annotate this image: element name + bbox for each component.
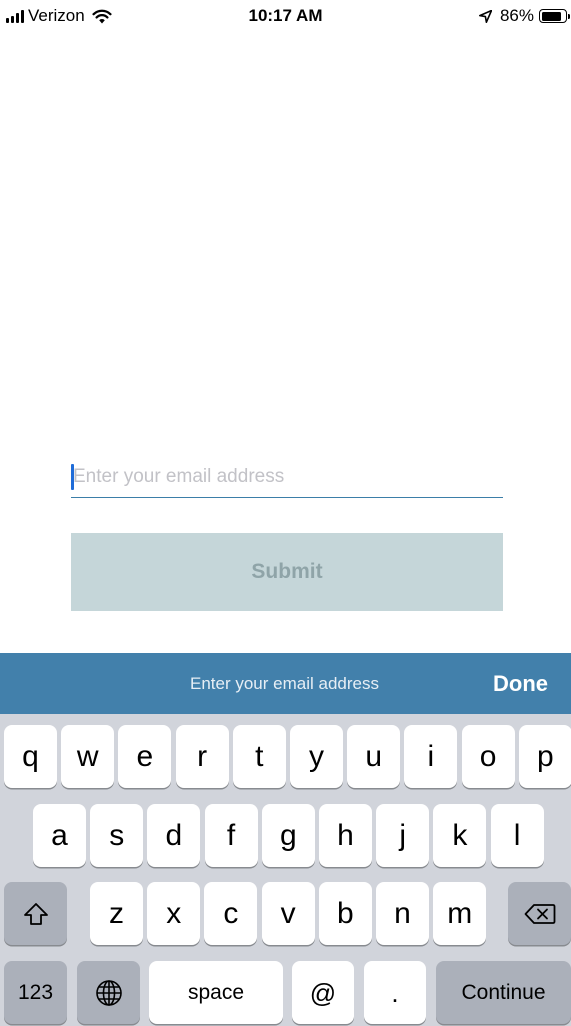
at-key-label: @ [309, 977, 337, 1008]
key-j[interactable]: j [376, 804, 430, 867]
key-m[interactable]: m [433, 882, 487, 945]
key-label: r [197, 739, 208, 773]
key-label: l [513, 818, 521, 852]
key-label: s [109, 818, 125, 852]
key-a[interactable]: a [33, 804, 86, 867]
key-w[interactable]: w [61, 725, 115, 788]
status-bar: Verizon 10:17 AM 86% [0, 0, 571, 34]
key-label: u [365, 739, 383, 773]
email-placeholder: Enter your email address [73, 466, 285, 487]
email-field[interactable]: Enter your email address [71, 460, 503, 498]
key-label: g [279, 818, 297, 852]
continue-key[interactable]: Continue [436, 961, 571, 1024]
keyboard-toolbar-title: Enter your email address [190, 674, 379, 693]
key-o[interactable]: o [461, 725, 515, 788]
key-p[interactable]: p [518, 725, 571, 788]
key-label: w [76, 739, 99, 773]
location-arrow-icon [478, 9, 492, 23]
key-label: t [255, 739, 264, 773]
key-n[interactable]: n [376, 882, 429, 945]
key-label: h [337, 818, 354, 852]
key-x[interactable]: x [147, 882, 201, 945]
key-c[interactable]: c [204, 882, 258, 945]
key-q[interactable]: q [4, 725, 57, 788]
key-label: q [22, 739, 39, 773]
key-label: n [394, 896, 411, 930]
keyboard-toolbar: Enter your email address Done [0, 653, 571, 714]
numbers-key-label: 123 [17, 980, 54, 1004]
keyboard: 123 space @ . Continue q w e r t y u i o p a s d f g h j… [0, 714, 571, 1026]
battery-icon [539, 9, 570, 23]
dot-key[interactable]: . [364, 961, 426, 1024]
done-button[interactable]: Done [493, 671, 548, 697]
dot-key-label: . [391, 977, 399, 1008]
backspace-key[interactable] [508, 882, 571, 945]
submit-button[interactable]: Submit [71, 533, 503, 611]
key-label: a [51, 818, 68, 852]
key-v[interactable]: v [261, 882, 315, 945]
key-h[interactable]: h [319, 804, 372, 867]
continue-key-label: Continue [461, 980, 546, 1004]
key-b[interactable]: b [318, 882, 372, 945]
key-l[interactable]: l [490, 804, 544, 867]
key-label: v [280, 896, 296, 930]
key-k[interactable]: k [433, 804, 487, 867]
key-d[interactable]: d [147, 804, 201, 867]
key-label: m [447, 896, 473, 930]
key-u[interactable]: u [347, 725, 401, 788]
space-key[interactable]: space [149, 961, 283, 1024]
key-label: b [336, 896, 354, 930]
at-key[interactable]: @ [292, 961, 354, 1024]
key-i[interactable]: i [404, 725, 458, 788]
key-label: j [399, 818, 407, 852]
submit-label: Submit [251, 560, 323, 583]
key-label: c [223, 896, 239, 930]
shift-key[interactable] [4, 882, 67, 945]
key-y[interactable]: y [290, 725, 343, 788]
space-key-label: space [187, 980, 245, 1004]
status-right: 86% [478, 6, 570, 26]
key-label: e [136, 739, 154, 773]
key-g[interactable]: g [261, 804, 315, 867]
key-label: y [309, 739, 324, 773]
key-z[interactable]: z [90, 882, 143, 945]
key-label: i [427, 739, 435, 773]
key-t[interactable]: t [232, 725, 286, 788]
globe-key[interactable] [77, 961, 140, 1024]
key-label: p [536, 739, 554, 773]
numbers-key[interactable]: 123 [4, 961, 67, 1024]
key-label: d [165, 818, 183, 852]
key-e[interactable]: e [118, 725, 172, 788]
shift-icon [23, 902, 48, 925]
backspace-icon [524, 903, 555, 924]
key-s[interactable]: s [90, 804, 144, 867]
battery-percent: 86% [499, 6, 534, 25]
key-label: x [166, 896, 182, 930]
key-r[interactable]: r [175, 725, 229, 788]
key-label: f [226, 818, 236, 852]
key-label: o [479, 739, 497, 773]
key-label: z [109, 896, 124, 930]
globe-icon [95, 979, 122, 1006]
key-label: k [452, 818, 468, 852]
key-f[interactable]: f [204, 804, 258, 867]
